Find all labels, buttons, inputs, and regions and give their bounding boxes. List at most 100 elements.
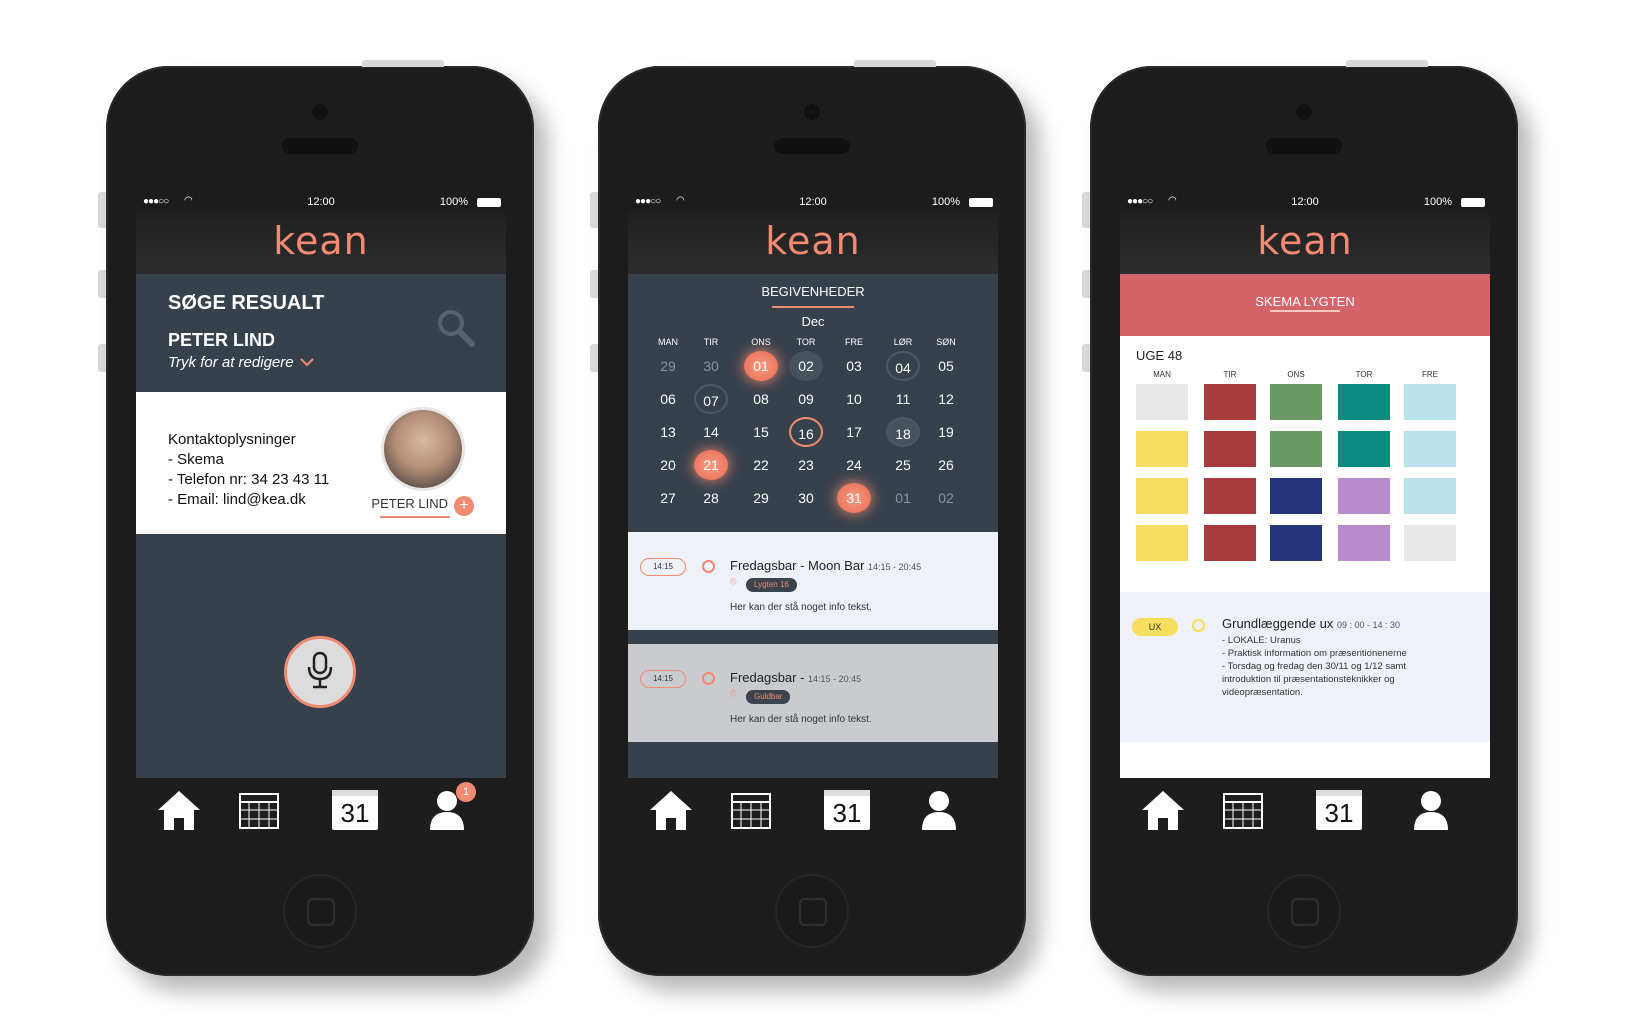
calendar-day[interactable]: 23	[789, 450, 823, 480]
calendar-day[interactable]: 10	[837, 384, 871, 414]
schedule-grid: UGE 48 MAN TIR ONS TOR FRE	[1120, 336, 1490, 606]
tab-profile[interactable]	[1406, 788, 1456, 834]
calendar-day[interactable]: 14	[694, 417, 728, 447]
tab-schedule[interactable]	[728, 788, 778, 834]
contact-email[interactable]: - Email: lind@kea.dk	[168, 490, 329, 510]
add-contact-button[interactable]: +	[454, 496, 474, 516]
calendar-day[interactable]: 03	[837, 351, 871, 381]
volume-up-button	[590, 270, 598, 298]
calendar-day[interactable]: 30	[694, 351, 728, 381]
calendar-day[interactable]: 11	[886, 384, 920, 414]
calendar-day[interactable]: 30	[789, 483, 823, 513]
screen: ●●●○○ ◠ 12:00 100% kean SKEMA LYGTEN UGE…	[1120, 192, 1490, 842]
calendar-day[interactable]: 25	[886, 450, 920, 480]
calendar-day[interactable]: 17	[837, 417, 871, 447]
front-camera	[312, 104, 328, 120]
schedule-block[interactable]	[1338, 431, 1390, 467]
event-item[interactable]: 14:15 Fredagsbar - Moon Bar 14:15 - 20:4…	[628, 532, 998, 630]
schedule-block[interactable]	[1270, 525, 1322, 561]
schedule-block[interactable]	[1204, 384, 1256, 420]
search-icon[interactable]	[436, 308, 476, 353]
tab-home[interactable]	[1138, 788, 1188, 834]
schedule-block[interactable]	[1404, 478, 1456, 514]
edit-hint[interactable]: Tryk for at redigere	[168, 354, 294, 371]
schedule-block[interactable]	[1404, 525, 1456, 561]
schedule-block[interactable]	[1136, 525, 1188, 561]
tab-calendar[interactable]: 31	[822, 788, 872, 834]
screen: ●●●○○ ◠ 12:00 100% kean BEGIVENHEDER Dec…	[628, 192, 998, 842]
tab-profile[interactable]: 1	[422, 782, 476, 834]
lesson-detail-line: introduktion til præsentationsteknikker …	[1222, 674, 1395, 685]
schedule-block[interactable]	[1270, 478, 1322, 514]
tab-profile[interactable]	[914, 788, 964, 834]
tab-home[interactable]	[154, 788, 204, 834]
calendar-day[interactable]: 02	[929, 483, 963, 513]
calendar-day[interactable]: 27	[651, 483, 685, 513]
contact-phone[interactable]: - Telefon nr: 34 23 43 11	[168, 470, 329, 490]
schedule-block[interactable]	[1270, 384, 1322, 420]
lesson-title-text: Grundlæggende ux	[1222, 616, 1334, 631]
result-name[interactable]: PETER LIND	[168, 330, 275, 351]
calendar-day[interactable]: 31	[837, 483, 871, 513]
calendar-day[interactable]: 04	[886, 351, 920, 381]
home-icon	[650, 791, 692, 830]
schedule-block[interactable]	[1136, 478, 1188, 514]
calendar-day[interactable]: 21	[694, 450, 728, 480]
earpiece-speaker	[1266, 138, 1342, 154]
calendar-day[interactable]: 22	[744, 450, 778, 480]
calendar-day[interactable]: 07	[694, 384, 728, 414]
tab-schedule[interactable]	[1220, 788, 1270, 834]
screen: ●●●○○ ◠ 12:00 100% kean SØGE RESUALT PET…	[136, 192, 506, 842]
calendar-day[interactable]: 15	[744, 417, 778, 447]
day-column-label: FRE	[1422, 370, 1438, 379]
schedule-block[interactable]	[1270, 431, 1322, 467]
schedule-block[interactable]	[1404, 431, 1456, 467]
calendar-month[interactable]: Dec	[628, 314, 998, 329]
calendar-day[interactable]: 29	[744, 483, 778, 513]
avatar	[384, 410, 462, 488]
tab-schedule[interactable]	[236, 788, 286, 834]
calendar-day[interactable]: 06	[651, 384, 685, 414]
contact-card[interactable]: Kontaktoplysninger - Skema - Telefon nr:…	[136, 392, 506, 534]
event-item[interactable]: 14:15 Fredagsbar - 14:15 - 20:45 ⌾ Guldb…	[628, 644, 998, 742]
calendar-day[interactable]: 29	[651, 351, 685, 381]
calendar-day[interactable]: 20	[651, 450, 685, 480]
earpiece-speaker	[282, 138, 358, 154]
calendar-day[interactable]: 19	[929, 417, 963, 447]
calendar-day[interactable]: 05	[929, 351, 963, 381]
calendar-day[interactable]: 02	[789, 351, 823, 381]
calendar-day[interactable]: 18	[886, 417, 920, 447]
app-logo: kean	[1120, 212, 1490, 274]
schedule-block[interactable]	[1136, 384, 1188, 420]
schedule-block[interactable]	[1204, 478, 1256, 514]
contact-schedule[interactable]: - Skema	[168, 450, 329, 470]
event-title: Fredagsbar - 14:15 - 20:45	[730, 670, 861, 685]
tab-calendar[interactable]: 31	[1314, 788, 1364, 834]
schedule-block[interactable]	[1204, 525, 1256, 561]
tab-calendar[interactable]: 31	[330, 788, 380, 834]
calendar-day[interactable]: 01	[886, 483, 920, 513]
schedule-block[interactable]	[1338, 384, 1390, 420]
volume-down-button	[590, 344, 598, 372]
calendar-day[interactable]: 09	[789, 384, 823, 414]
calendar-day[interactable]: 12	[929, 384, 963, 414]
schedule-block[interactable]	[1204, 431, 1256, 467]
calendar-day[interactable]: 13	[651, 417, 685, 447]
chevron-down-icon[interactable]	[300, 354, 314, 370]
event-dot-icon	[702, 560, 715, 573]
schedule-block[interactable]	[1136, 431, 1188, 467]
calendar-day[interactable]: 16	[789, 417, 823, 447]
calendar-day[interactable]: 01	[744, 351, 778, 381]
schedule-block[interactable]	[1338, 478, 1390, 514]
status-bar: ●●●○○ ◠ 12:00 100%	[1120, 192, 1490, 212]
lesson-item[interactable]: UX Grundlæggende ux 09 : 00 - 14 : 30 - …	[1120, 592, 1490, 742]
calendar-day[interactable]: 24	[837, 450, 871, 480]
calendar-day[interactable]: 26	[929, 450, 963, 480]
event-hours: 14:15 - 20:45	[808, 674, 862, 684]
voice-search-button[interactable]	[284, 636, 356, 708]
calendar-day[interactable]: 28	[694, 483, 728, 513]
schedule-block[interactable]	[1404, 384, 1456, 420]
schedule-block[interactable]	[1338, 525, 1390, 561]
tab-home[interactable]	[646, 788, 696, 834]
calendar-day[interactable]: 08	[744, 384, 778, 414]
